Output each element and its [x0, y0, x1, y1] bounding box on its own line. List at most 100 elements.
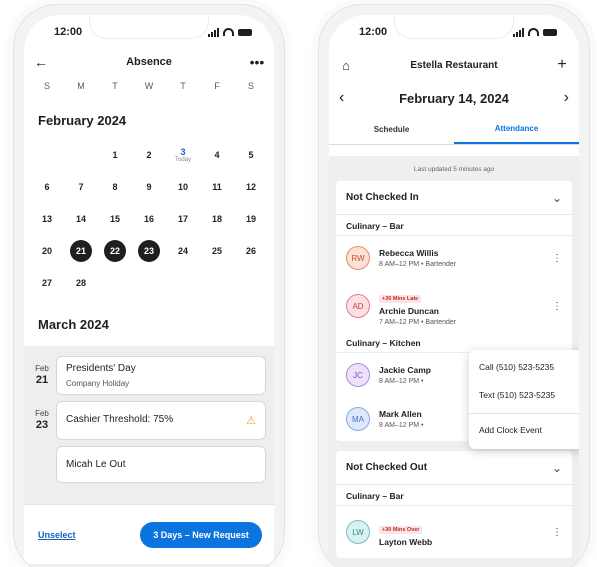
calendar-day[interactable]: 20 — [30, 235, 64, 267]
person-shift: 8 AM–12 PM • Bartender — [379, 261, 457, 268]
section-header[interactable]: Not Checked In ⌄ — [336, 181, 572, 215]
warning-icon: ⚠ — [246, 415, 256, 427]
calendar-day[interactable]: 11 — [200, 171, 234, 203]
calendar-day[interactable]: 25 — [200, 235, 234, 267]
chevron-left-icon[interactable]: ‹ — [339, 89, 344, 107]
avatar: LW — [346, 520, 370, 544]
calendar-day[interactable]: 21 — [64, 235, 98, 267]
wifi-icon — [528, 28, 539, 36]
calendar-day[interactable]: 4 — [200, 139, 234, 171]
calendar-day[interactable]: 18 — [200, 203, 234, 235]
person-row[interactable]: LW +30 Mins Over Layton Webb ⋮ — [336, 506, 572, 558]
action-popup-menu: Call (510) 523-5235 Text (510) 523-5235 … — [469, 350, 579, 449]
arrow-left-icon[interactable]: ← — [32, 54, 50, 70]
avatar: RW — [346, 246, 370, 270]
event-card-presidents-day[interactable]: Presidents' Day Company Holiday — [56, 356, 266, 395]
tab-attendance[interactable]: Attendance — [454, 115, 579, 144]
calendar-day[interactable]: 15 — [98, 203, 132, 235]
calendar-empty — [200, 267, 234, 299]
weekday-label: S — [43, 81, 50, 91]
day-number: 13 — [41, 214, 52, 224]
day-number: 17 — [177, 214, 188, 224]
more-vertical-icon[interactable]: ⋮ — [552, 301, 562, 312]
month-title-february: February 2024 — [38, 113, 127, 128]
date-navigator: ‹ February 14, 2024 › — [329, 81, 579, 115]
day-number: 18 — [211, 214, 222, 224]
calendar-day[interactable]: 2 — [132, 139, 166, 171]
text-menu-item[interactable]: Text (510) 523-5235 — [469, 382, 579, 410]
calendar-day[interactable]: 14 — [64, 203, 98, 235]
calendar-day[interactable]: 28 — [64, 267, 98, 299]
calendar-day[interactable]: 13 — [30, 203, 64, 235]
event-card-micah-le-out[interactable]: Micah Le Out — [56, 446, 266, 483]
signal-icon — [513, 27, 524, 37]
add-clock-event-menu-item[interactable]: Add Clock Event — [469, 417, 579, 445]
day-number: 27 — [41, 278, 52, 288]
calendar-day[interactable]: 23 — [132, 235, 166, 267]
weekday-label: M — [77, 81, 85, 91]
weekday-label: F — [214, 81, 220, 91]
calendar-day[interactable]: 8 — [98, 171, 132, 203]
chevron-down-icon[interactable]: ⌄ — [552, 191, 562, 205]
weekday-label: T — [180, 81, 186, 91]
section-header[interactable]: Not Checked Out ⌄ — [336, 451, 572, 485]
calendar-day[interactable]: 16 — [132, 203, 166, 235]
calendar-day[interactable]: 1 — [98, 139, 132, 171]
call-menu-item[interactable]: Call (510) 523-5235 — [469, 354, 579, 382]
calendar-day[interactable]: 5 — [234, 139, 268, 171]
day-number: 16 — [143, 214, 154, 224]
calendar-day[interactable]: 26 — [234, 235, 268, 267]
event-date — [28, 446, 56, 454]
calendar-day[interactable]: 7 — [64, 171, 98, 203]
plus-icon[interactable]: + — [553, 56, 571, 74]
page-title: Absence — [126, 56, 172, 68]
calendar-day[interactable]: 6 — [30, 171, 64, 203]
calendar-day[interactable]: 19 — [234, 203, 268, 235]
section-title: Not Checked In — [346, 192, 419, 203]
person-row[interactable]: AD +30 Mins Late Archie Duncan 7 AM–12 P… — [336, 280, 572, 332]
day-number: 6 — [44, 182, 50, 192]
notch — [89, 15, 209, 39]
tab-schedule[interactable]: Schedule — [329, 115, 454, 144]
home-icon[interactable]: ⌂ — [337, 58, 355, 73]
calendar-day[interactable]: 24 — [166, 235, 200, 267]
more-horizontal-icon[interactable]: ••• — [248, 54, 266, 70]
calendar-day[interactable]: 27 — [30, 267, 64, 299]
calendar-empty — [98, 267, 132, 299]
new-request-button[interactable]: 3 Days – New Request — [140, 521, 262, 548]
calendar-day[interactable]: 12 — [234, 171, 268, 203]
calendar-day[interactable]: 3 Today — [166, 139, 200, 171]
day-number: 4 — [214, 150, 220, 160]
calendar-day[interactable]: 22 — [98, 235, 132, 267]
event-title: Presidents' Day — [66, 363, 136, 374]
day-number: 1 — [112, 150, 118, 160]
day-number: 14 — [75, 214, 86, 224]
event-row: Feb 23 ⚠ Cashier Threshold: 75% — [24, 401, 274, 446]
more-vertical-icon[interactable]: ⋮ — [552, 527, 562, 538]
calendar-day[interactable]: 10 — [166, 171, 200, 203]
calendar-day[interactable]: 17 — [166, 203, 200, 235]
month-title-march: March 2024 — [38, 317, 109, 332]
day-number: 9 — [146, 182, 152, 192]
chevron-right-icon[interactable]: › — [564, 89, 569, 107]
weekday-header: SMTWTFS — [24, 75, 274, 99]
person-shift: 8 AM–12 PM • — [379, 422, 424, 429]
tab-bar: Schedule Attendance — [329, 115, 579, 145]
person-shift: 7 AM–12 PM • Bartender — [379, 318, 457, 326]
day-number: 5 — [248, 150, 254, 160]
calendar-day[interactable]: 9 — [132, 171, 166, 203]
event-card-cashier-threshold[interactable]: ⚠ Cashier Threshold: 75% — [56, 401, 266, 440]
person-row[interactable]: RW Rebecca Willis 8 AM–12 PM • Bartender… — [336, 236, 572, 280]
event-date: Feb 21 — [35, 364, 49, 386]
more-vertical-icon[interactable]: ⋮ — [552, 253, 562, 264]
day-number: 23 — [138, 240, 160, 262]
weekday-label: T — [112, 81, 118, 91]
chevron-down-icon[interactable]: ⌄ — [552, 461, 562, 475]
restaurant-title: Estella Restaurant — [410, 59, 498, 71]
event-date: Feb 23 — [35, 409, 49, 431]
day-number: 28 — [75, 278, 86, 288]
status-time: 12:00 — [54, 26, 83, 38]
unselect-link[interactable]: Unselect — [38, 530, 76, 540]
group-label: Culinary – Bar — [336, 215, 572, 236]
status-icons — [513, 27, 557, 37]
